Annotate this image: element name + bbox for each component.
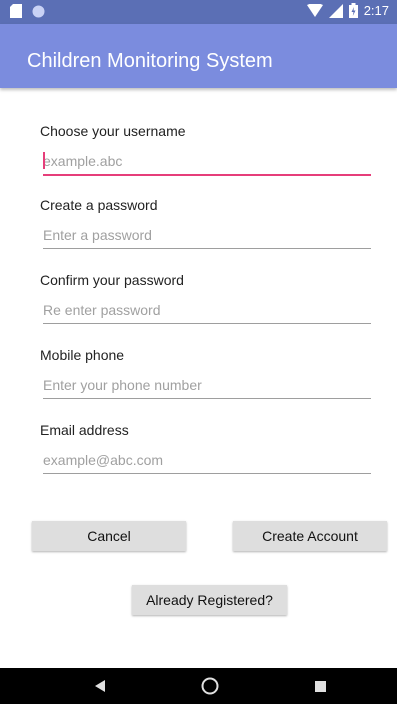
username-input[interactable] — [43, 148, 371, 176]
status-bar: 2:17 — [0, 0, 397, 24]
text-cursor — [43, 152, 45, 169]
status-right-icons: 2:17 — [306, 3, 389, 18]
confirm-password-input[interactable] — [43, 297, 371, 324]
create-account-button[interactable]: Create Account — [233, 521, 387, 551]
status-left-icons — [10, 4, 45, 18]
sd-card-icon — [10, 4, 22, 18]
recents-nav-button[interactable] — [308, 668, 332, 704]
already-registered-button[interactable]: Already Registered? — [132, 585, 287, 615]
mobile-phone-input[interactable] — [43, 372, 371, 399]
password-input[interactable] — [43, 222, 371, 249]
cancel-button[interactable]: Cancel — [32, 521, 186, 551]
battery-icon — [348, 3, 358, 18]
email-input[interactable] — [43, 447, 371, 474]
wifi-icon — [306, 4, 323, 17]
status-time: 2:17 — [363, 3, 389, 18]
app-bar: Children Monitoring System — [0, 24, 397, 88]
username-label: Choose your username — [40, 123, 186, 139]
recents-square-icon — [314, 680, 326, 692]
navigation-bar — [0, 668, 397, 704]
email-label: Email address — [40, 422, 129, 438]
mobile-phone-label: Mobile phone — [40, 347, 125, 363]
circle-notification-icon — [32, 5, 45, 17]
back-nav-button[interactable] — [88, 668, 112, 704]
page-title: Children Monitoring System — [27, 50, 273, 72]
confirm-password-label: Confirm your password — [40, 272, 184, 288]
password-label: Create a password — [40, 197, 158, 213]
home-circle-icon — [201, 677, 219, 695]
home-nav-button[interactable] — [198, 668, 222, 704]
signal-icon — [328, 3, 343, 18]
back-triangle-icon — [95, 680, 105, 692]
